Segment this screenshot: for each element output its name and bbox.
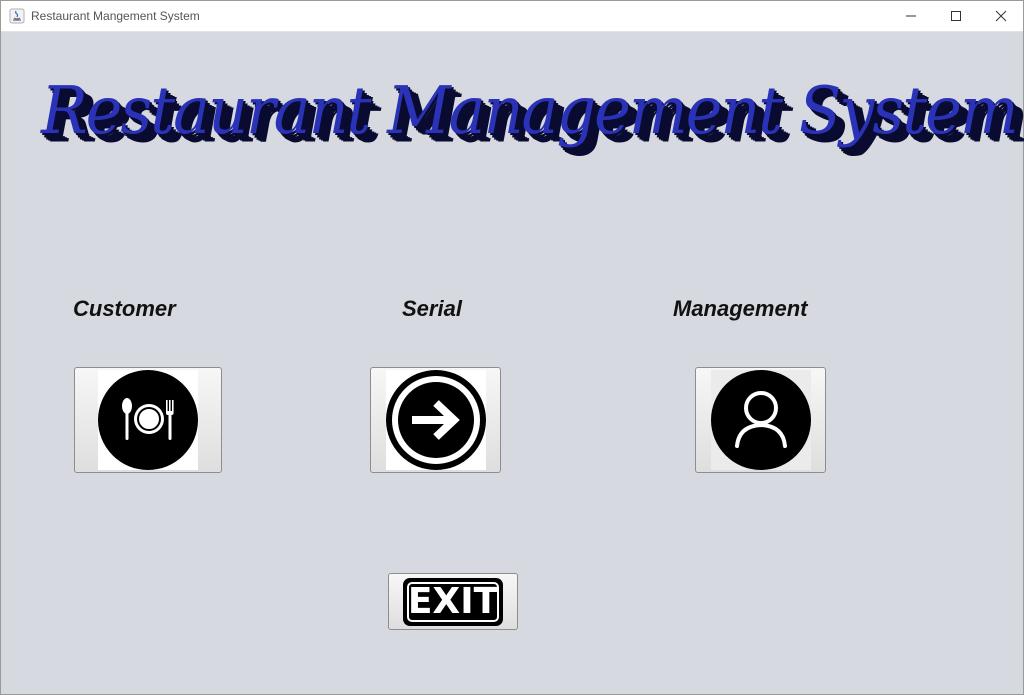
minimize-button[interactable] bbox=[888, 1, 933, 31]
customer-icon-frame bbox=[98, 370, 198, 470]
window-title: Restaurant Mangement System bbox=[31, 9, 200, 23]
customer-button[interactable] bbox=[74, 367, 222, 473]
main-panel: Restaurant Management System Customer Se… bbox=[1, 32, 1023, 694]
serial-label: Serial bbox=[402, 296, 462, 321]
close-icon bbox=[995, 10, 1006, 22]
serial-icon-frame bbox=[385, 370, 486, 470]
maximize-button[interactable] bbox=[933, 1, 978, 31]
customer-label: Customer bbox=[73, 296, 176, 321]
exit-label: EXIT bbox=[407, 581, 499, 622]
banner-title: Restaurant Management System bbox=[41, 72, 1019, 149]
exit-sign-icon: EXIT bbox=[403, 577, 503, 626]
close-button[interactable] bbox=[978, 1, 1023, 31]
app-window: Restaurant Mangement System Restaurant M… bbox=[0, 0, 1024, 695]
user-icon bbox=[710, 370, 811, 470]
title-bar: Restaurant Mangement System bbox=[1, 1, 1023, 32]
banner-logo: Restaurant Management System bbox=[31, 72, 1019, 182]
dining-plate-icon bbox=[98, 370, 198, 470]
arrow-right-circle-icon bbox=[385, 370, 486, 470]
management-label: Management bbox=[673, 296, 808, 321]
management-icon-frame bbox=[710, 370, 811, 470]
java-app-icon bbox=[9, 8, 25, 24]
maximize-icon bbox=[950, 11, 961, 21]
exit-button[interactable]: EXIT bbox=[388, 573, 518, 630]
management-button[interactable] bbox=[695, 367, 826, 473]
serial-button[interactable] bbox=[370, 367, 501, 473]
minimize-icon bbox=[905, 15, 916, 17]
